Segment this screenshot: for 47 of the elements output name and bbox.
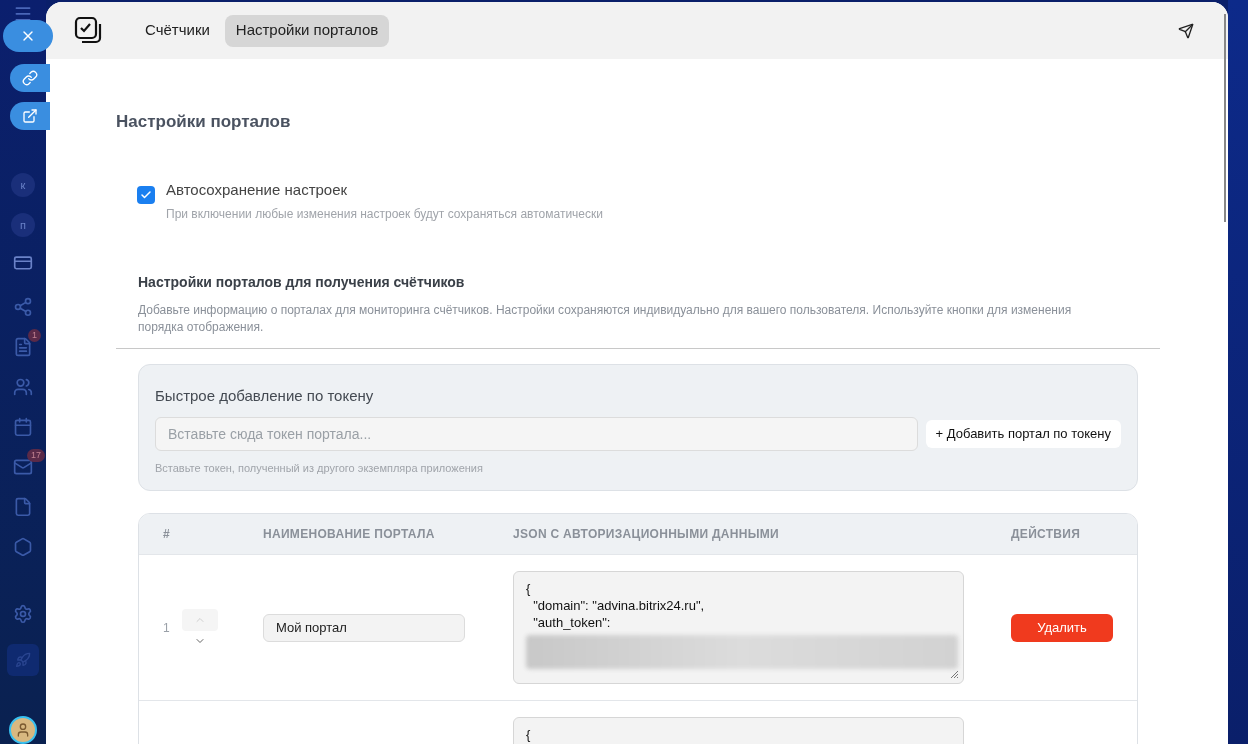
portal-name-input[interactable]: Мой портал [263, 613, 465, 642]
notification-badge: 17 [27, 448, 45, 463]
column-header: JSON С АВТОРИЗАЦИОННЫМИ ДАННЫМИ [513, 526, 781, 543]
checkbox-logo-icon [74, 15, 104, 46]
column-header: ДЕЙСТВИЯ [1011, 525, 1081, 543]
file-icon[interactable] [13, 496, 33, 517]
users-icon[interactable] [13, 376, 33, 397]
token-card-title: Быстрое добавление по токену [155, 386, 375, 406]
column-header: # [162, 526, 171, 543]
json-line: "domain": "advina.bitrix24.ru", [532, 597, 706, 614]
token-input[interactable]: Вставьте сюда токен портала... [155, 416, 918, 451]
json-line: "auth_token": [532, 614, 612, 631]
nav-tab[interactable]: Счётчики [134, 14, 221, 47]
hexagon-icon[interactable] [13, 536, 33, 557]
external-link-button[interactable] [10, 102, 50, 130]
add-token-button[interactable]: + Добавить портал по токену [925, 419, 1121, 448]
page-title: Настройки порталов [116, 111, 292, 133]
check-icon [140, 188, 152, 201]
rocket-button[interactable] [7, 644, 39, 677]
resize-handle-icon [949, 669, 959, 679]
autosave-label: Автосохранение настроек [166, 179, 349, 200]
column-header: НАИМЕНОВАНИЕ ПОРТАЛА [263, 526, 436, 543]
nav-tab[interactable]: Настройки порталов [224, 14, 390, 47]
send-icon[interactable] [1178, 22, 1194, 39]
calendar-icon[interactable] [13, 416, 33, 437]
settings-icon[interactable] [13, 604, 33, 625]
notification-badge: 1 [28, 328, 41, 343]
section-description: Добавьте информацию о порталах для мониторинга счётчиков. Настройки сохраняются индивидуально для вашего пользователя. Используйте кнопки для изменения порядка отображения. [138, 302, 1073, 336]
user-avatar[interactable] [9, 716, 37, 744]
link-button[interactable] [10, 64, 50, 92]
link-icon [22, 70, 38, 86]
json-textarea[interactable]: { "domain": "advina.bitrix24.ru", "auth_token": [513, 571, 964, 684]
share-icon[interactable] [13, 296, 33, 317]
json-line: { [526, 580, 532, 597]
json-line: { [526, 726, 532, 743]
close-button[interactable] [3, 20, 53, 52]
document-icon[interactable] [13, 336, 33, 357]
scrollbar-thumb[interactable] [1224, 14, 1226, 222]
rocket-icon [15, 652, 31, 669]
row-number: 1 [163, 619, 170, 637]
delete-button[interactable]: Удалить [1011, 613, 1113, 642]
json-textarea[interactable]: { [513, 717, 964, 744]
token-hint: Вставьте токен, полученный из другого экземпляра приложения [155, 460, 484, 476]
section-title: Настройки порталов для получения счётчиков [138, 273, 466, 292]
external-link-icon [22, 108, 38, 124]
autosave-hint: При включении любые изменения настроек будут сохраняться автоматически [166, 206, 603, 223]
autosave-checkbox[interactable] [137, 185, 155, 204]
